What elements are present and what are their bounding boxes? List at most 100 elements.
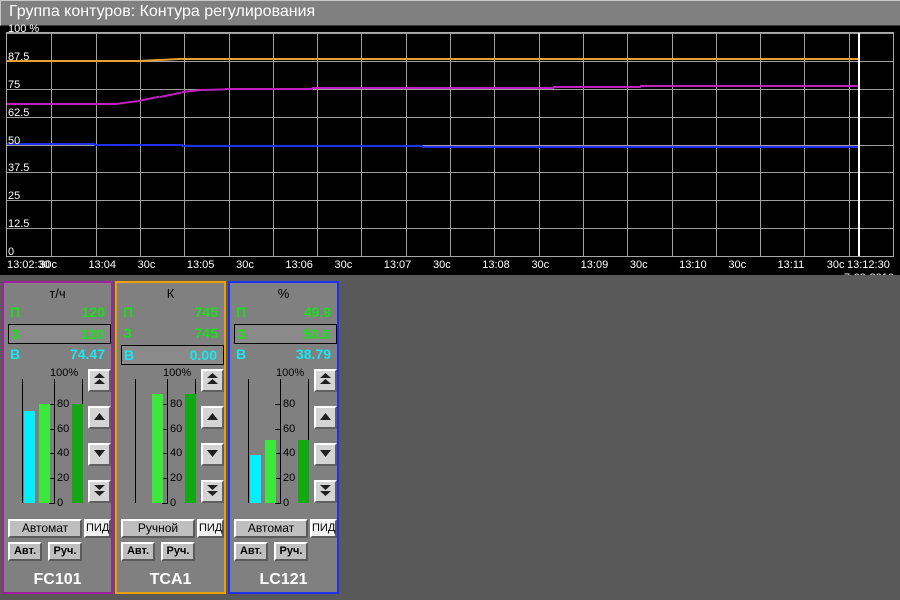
decrease-button[interactable] xyxy=(314,443,337,466)
mode-status-button[interactable]: Автомат xyxy=(8,519,82,538)
trend-line-1 xyxy=(683,57,707,60)
x-axis-tick-label: 13:07 xyxy=(383,259,412,271)
value-row-key: П xyxy=(236,304,247,320)
x-axis-tick-label: 30с xyxy=(433,259,451,271)
loop-panel-fc101[interactable]: т/ч П 120 З 120 В 74.47 100% 80 60 40 20 0 Автомат ПИД… xyxy=(2,281,113,594)
x-axis-tick-label: 30с xyxy=(728,259,747,271)
trend-line-2 xyxy=(770,85,794,88)
pid-button[interactable]: ПИД xyxy=(310,519,337,538)
pid-button[interactable]: ПИД xyxy=(197,519,224,538)
gauge-scale-max-label: 100% xyxy=(163,367,192,379)
decrease-button[interactable] xyxy=(201,443,224,466)
gauge-tick-label: 20 xyxy=(170,472,183,485)
value-row-value: 120 xyxy=(81,304,105,320)
trend-line-2 xyxy=(72,103,96,106)
pid-button[interactable]: ПИД xyxy=(84,519,111,538)
dbldown-arrow-icon xyxy=(94,485,105,496)
gauge-tick-label: 80 xyxy=(57,397,70,410)
x-axis-tick-label: 13:05 xyxy=(186,259,215,271)
trend-chart[interactable]: 100 % 87.5 75 62.5 50 37.5 25 12.5 0 13:02:30 30с… xyxy=(0,24,900,284)
trend-line-2 xyxy=(290,87,314,90)
gauge-scale-max-label: 100% xyxy=(50,367,79,379)
trend-line-3 xyxy=(465,145,489,148)
trend-line-1 xyxy=(421,57,445,60)
decrease-fast-button[interactable] xyxy=(314,480,337,503)
trend-line-3 xyxy=(836,145,859,148)
trend-line-3 xyxy=(356,145,379,148)
time-cursor-line[interactable] xyxy=(858,33,860,256)
trend-plot-area[interactable] xyxy=(6,32,894,257)
trend-line-1 xyxy=(290,57,314,60)
loop-panel-tca1[interactable]: К П 745 З 745 В 0.00 100% 80 60 40 20 0 Ручной ПИД Авт.… xyxy=(115,281,226,594)
auto-mode-button[interactable]: Авт. xyxy=(121,542,155,561)
decrease-fast-button[interactable] xyxy=(88,480,111,503)
trend-line-2 xyxy=(596,86,619,89)
trend-line-3 xyxy=(290,144,314,147)
increase-fast-button[interactable] xyxy=(314,369,337,392)
trend-line-2 xyxy=(268,87,292,90)
manual-mode-button[interactable]: Руч. xyxy=(274,542,308,561)
trend-line-3 xyxy=(399,145,423,148)
trend-line-1 xyxy=(508,57,532,60)
value-row-В[interactable]: В 0.00 xyxy=(121,345,224,365)
gauge-tick xyxy=(49,503,55,504)
x-axis-tick-label: 13:04 xyxy=(88,259,116,271)
x-axis-tick-label: 30с xyxy=(39,259,57,271)
y-axis-tick-label: 25 xyxy=(8,190,21,203)
trend-line-1 xyxy=(356,57,379,60)
increase-fast-button[interactable] xyxy=(88,369,111,392)
trend-line-3 xyxy=(421,145,445,148)
trend-line-2 xyxy=(137,95,160,102)
grid-line-horizontal xyxy=(7,117,893,118)
trend-line-2 xyxy=(748,85,772,88)
loop-tag-name: FC101 xyxy=(33,571,82,588)
gauge-tick-label: 80 xyxy=(170,397,183,410)
increase-button[interactable] xyxy=(201,406,224,429)
decrease-fast-button[interactable] xyxy=(201,480,224,503)
value-row-key: П xyxy=(10,304,21,320)
trend-line-3 xyxy=(116,143,139,146)
increase-fast-button[interactable] xyxy=(201,369,224,392)
trend-line-1 xyxy=(814,57,838,60)
trend-line-3 xyxy=(727,145,750,148)
auto-mode-button[interactable]: Авт. xyxy=(234,542,268,561)
gauge-tick xyxy=(275,429,281,430)
gauge-bar-setpoint xyxy=(265,440,276,503)
value-row-З[interactable]: З 120 xyxy=(8,324,111,344)
y-axis-tick-label: 12.5 xyxy=(8,218,30,231)
trend-line-1 xyxy=(465,57,489,60)
x-axis-tick-label: 30с xyxy=(236,259,254,271)
trend-line-1 xyxy=(312,57,336,60)
trend-line-2 xyxy=(639,85,663,88)
auto-mode-button[interactable]: Авт. xyxy=(8,542,42,561)
mode-status-button[interactable]: Ручной xyxy=(121,519,195,538)
mode-status-button[interactable]: Автомат xyxy=(234,519,308,538)
trend-line-3 xyxy=(552,145,576,148)
trend-line-1 xyxy=(748,57,772,60)
trend-line-2 xyxy=(247,88,270,91)
dblup-arrow-icon xyxy=(207,373,218,384)
trend-line-1 xyxy=(639,57,663,60)
value-row-З[interactable]: З 50.6 xyxy=(234,324,337,344)
value-row-value: 38.79 xyxy=(295,346,331,362)
x-axis-tick-label: 13:09 xyxy=(580,259,609,271)
x-axis-tick-label: 30с xyxy=(629,259,648,271)
gauge-axis-line xyxy=(280,379,281,503)
manual-mode-button[interactable]: Руч. xyxy=(161,542,195,561)
value-row-value: 0.00 xyxy=(189,347,217,363)
trend-line-3 xyxy=(268,144,292,147)
increase-button[interactable] xyxy=(314,406,337,429)
gauge-bar-measured xyxy=(250,454,261,503)
manual-mode-button[interactable]: Руч. xyxy=(48,542,82,561)
trend-line-2 xyxy=(683,85,707,88)
engineering-unit-label: % xyxy=(277,286,290,301)
decrease-button[interactable] xyxy=(88,443,111,466)
increase-button[interactable] xyxy=(88,406,111,429)
value-row-В: В 38.79 xyxy=(234,345,337,365)
down-arrow-icon xyxy=(94,450,105,457)
loop-panel-lc121[interactable]: % П 49.9 З 50.6 В 38.79 100% 80 60 40 20 0 Автомат ПИД… xyxy=(228,281,339,594)
trend-line-2 xyxy=(399,86,423,89)
trend-line-2 xyxy=(465,86,489,89)
gauge-tick-label: 60 xyxy=(170,422,183,435)
gauge-scale-max-label: 100% xyxy=(276,367,305,379)
